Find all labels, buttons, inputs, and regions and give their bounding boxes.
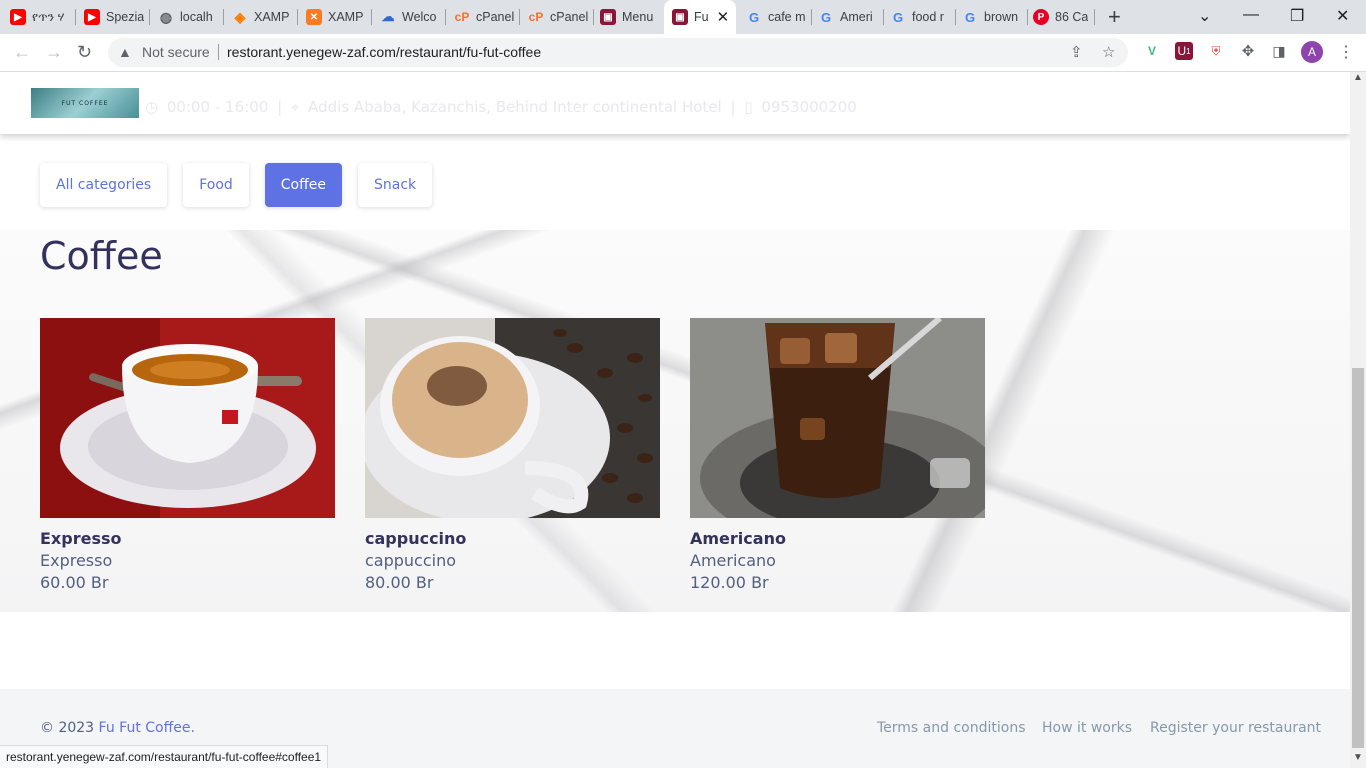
- category-snack[interactable]: Snack: [358, 163, 433, 207]
- item-price: 60.00 Br: [40, 573, 109, 592]
- opening-hours: 00:00 - 16:00: [166, 98, 269, 116]
- new-tab-icon[interactable]: +: [1108, 6, 1121, 28]
- browser-tab[interactable]: G food r: [890, 0, 956, 34]
- terms-link[interactable]: Terms and conditions: [877, 720, 1026, 736]
- browser-tab[interactable]: cP cPanel: [454, 0, 520, 34]
- tab-search-icon[interactable]: ⌄: [1198, 6, 1211, 26]
- browser-tab[interactable]: P 86 Ca: [1033, 0, 1095, 34]
- reload-icon[interactable]: ↻: [77, 42, 92, 63]
- how-it-works-link[interactable]: How it works: [1042, 720, 1132, 736]
- item-price: 80.00 Br: [365, 573, 434, 592]
- item-name[interactable]: Expresso: [40, 529, 335, 548]
- browser-tab[interactable]: ✕ XAMP: [306, 0, 372, 34]
- google-icon: G: [892, 9, 904, 25]
- vue-devtools-icon[interactable]: V: [1143, 42, 1161, 60]
- cappuccino-image[interactable]: [360, 318, 660, 523]
- copyright-text: © 2023: [40, 720, 95, 736]
- register-restaurant-link[interactable]: Register your restaurant: [1150, 720, 1321, 736]
- item-description: cappuccino: [365, 551, 457, 570]
- item-description: Expresso: [40, 551, 113, 570]
- browser-tab[interactable]: G brown: [962, 0, 1028, 34]
- section-title: Coffee: [40, 234, 163, 278]
- expresso-image[interactable]: [40, 318, 335, 518]
- item-description: Americano: [690, 551, 776, 570]
- browser-menu-icon[interactable]: ⋮: [1338, 42, 1354, 62]
- status-bar: restorant.yenegew-zaf.com/restaurant/fu-…: [0, 745, 329, 768]
- page-scrollbar[interactable]: ▲ ▼: [1350, 72, 1366, 768]
- shield-icon[interactable]: ⛨: [1207, 42, 1225, 60]
- browser-toolbar: ← → ↻ ▲ Not secure restorant.yenegew-zaf…: [0, 34, 1366, 72]
- close-window-icon[interactable]: ✕: [1336, 6, 1349, 26]
- browser-tab[interactable]: cP cPanel: [528, 0, 594, 34]
- share-icon[interactable]: ⇪: [1070, 43, 1083, 61]
- browser-tab[interactable]: ☁ Welco: [380, 0, 446, 34]
- restaurant-icon: ▣: [600, 9, 616, 25]
- url-text[interactable]: restorant.yenegew-zaf.com/restaurant/fu-…: [227, 44, 541, 60]
- browser-tab[interactable]: G Ameri: [818, 0, 884, 34]
- profile-avatar[interactable]: A: [1301, 41, 1323, 63]
- site-header: FUT COFFEE ◷ 00:00 - 16:00 | ⌖ Addis Aba…: [0, 72, 1350, 134]
- web-page: FUT COFFEE ◷ 00:00 - 16:00 | ⌖ Addis Aba…: [0, 72, 1350, 768]
- bookmark-star-icon[interactable]: ☆: [1102, 43, 1115, 61]
- location-pin-icon: ⌖: [290, 98, 300, 116]
- extension-badge: 1: [1186, 46, 1191, 56]
- category-nav: All categories Food Coffee Snack: [40, 163, 433, 207]
- menu-item-card[interactable]: Americano Americano 120.00 Br: [690, 315, 1000, 592]
- extensions-puzzle-icon[interactable]: ✥: [1239, 42, 1257, 60]
- cloud-icon: ☁: [381, 9, 395, 24]
- restaurant-address: Addis Ababa, Kazanchis, Behind Inter con…: [308, 98, 722, 116]
- ublock-icon[interactable]: U1: [1175, 42, 1193, 60]
- restaurant-phone: 0953000200: [761, 98, 857, 116]
- restaurant-icon: ▣: [672, 9, 688, 25]
- footer-brand-link[interactable]: Fu Fut Coffee.: [99, 720, 195, 736]
- cpanel-icon: cP: [454, 10, 470, 24]
- google-icon: G: [748, 9, 760, 25]
- restaurant-logo[interactable]: FUT COFFEE: [31, 88, 139, 118]
- back-icon[interactable]: ←: [13, 42, 31, 63]
- browser-tab[interactable]: ▶ የጥን ሃ: [10, 0, 76, 34]
- browser-tab[interactable]: ◈ XAMP: [232, 0, 298, 34]
- google-icon: G: [964, 9, 976, 25]
- browser-tab[interactable]: ▶ Spezia: [84, 0, 150, 34]
- americano-image[interactable]: [690, 315, 1000, 548]
- menu-item-card[interactable]: cappuccino cappuccino 80.00 Br: [360, 318, 660, 592]
- browser-tab[interactable]: G cafe m: [746, 0, 812, 34]
- close-tab-icon[interactable]: ✕: [717, 8, 730, 26]
- menu-item-card[interactable]: Expresso Expresso 60.00 Br: [40, 318, 335, 592]
- copyright: © 2023 Fu Fut Coffee.: [40, 720, 195, 736]
- browser-tab[interactable]: ▣ Menu: [600, 0, 662, 34]
- browser-tab[interactable]: ◍ localh: [158, 0, 224, 34]
- globe-icon: ◍: [159, 8, 173, 25]
- google-icon: G: [820, 9, 832, 25]
- clock-icon: ◷: [145, 98, 159, 116]
- item-name[interactable]: Americano: [690, 529, 985, 548]
- youtube-icon: ▶: [10, 9, 26, 25]
- phone-icon: ▯: [744, 98, 753, 116]
- browser-tab-active[interactable]: ▣ Fu ✕: [664, 0, 736, 34]
- category-coffee[interactable]: Coffee: [264, 163, 342, 207]
- category-all[interactable]: All categories: [40, 163, 168, 207]
- pinterest-icon: P: [1033, 9, 1049, 25]
- item-price: 120.00 Br: [690, 573, 769, 592]
- security-label[interactable]: Not secure: [142, 44, 210, 60]
- logo-text: FUT COFFEE: [61, 99, 109, 107]
- browser-tab-strip: ▶ የጥን ሃ ▶ Spezia ◍ localh ◈ XAMP ✕ XAMP …: [0, 0, 1366, 34]
- address-bar[interactable]: ▲ Not secure restorant.yenegew-zaf.com/r…: [108, 38, 1128, 67]
- xampp-icon: ◈: [234, 8, 246, 25]
- scroll-down-icon[interactable]: ▼: [1353, 752, 1363, 763]
- cpanel-icon: cP: [528, 10, 544, 24]
- side-panel-icon[interactable]: ◨: [1270, 42, 1288, 60]
- scrollbar-thumb[interactable]: [1352, 368, 1364, 748]
- xampp-icon: ✕: [306, 9, 322, 25]
- category-food[interactable]: Food: [183, 163, 249, 207]
- restaurant-info: ◷ 00:00 - 16:00 | ⌖ Addis Ababa, Kazanch…: [145, 98, 857, 116]
- item-name[interactable]: cappuccino: [365, 529, 660, 548]
- restore-icon[interactable]: ❐: [1290, 6, 1304, 26]
- youtube-icon: ▶: [84, 9, 100, 25]
- warning-icon: ▲: [118, 44, 132, 60]
- scroll-up-icon[interactable]: ▲: [1353, 72, 1363, 83]
- minimize-icon[interactable]: —: [1243, 6, 1259, 24]
- forward-icon[interactable]: →: [45, 42, 63, 63]
- profile-initial: A: [1307, 45, 1316, 59]
